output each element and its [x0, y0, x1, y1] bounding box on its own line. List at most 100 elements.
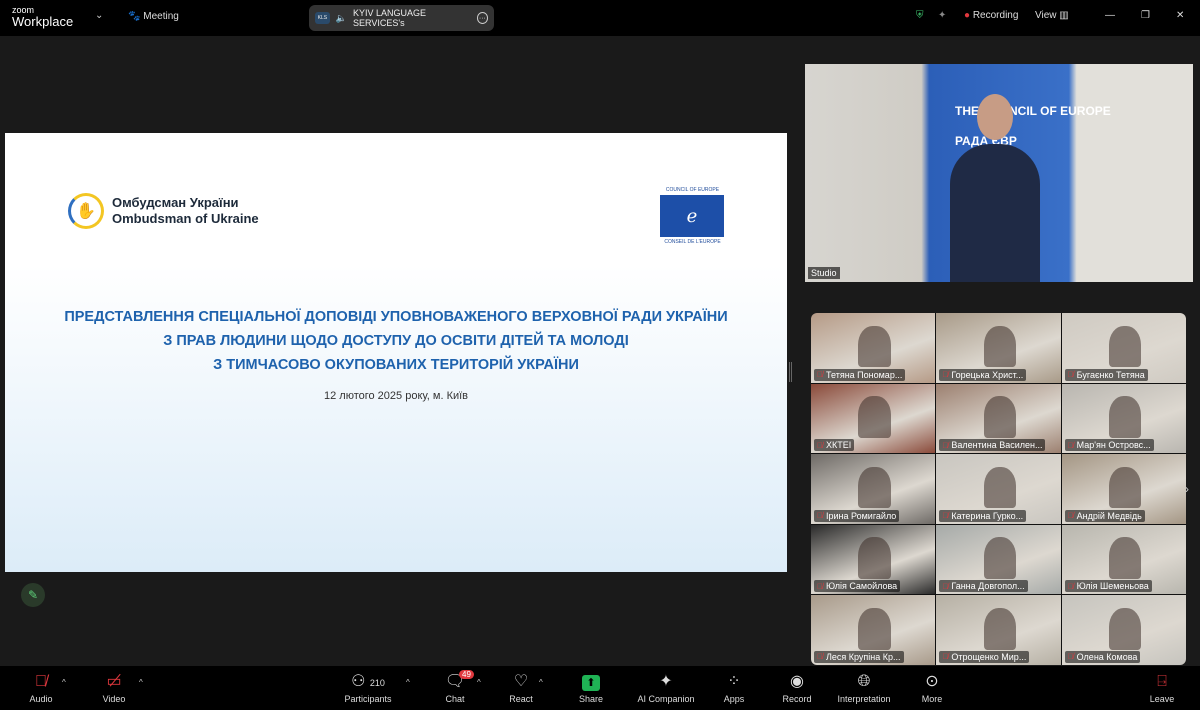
splitter-handle[interactable]: [789, 362, 792, 382]
participant-name: Олена Комова: [1076, 651, 1138, 662]
title-line: З ТИМЧАСОВО ОКУПОВАНИХ ТЕРИТОРІЙ УКРАЇНИ: [213, 357, 579, 373]
participants-button[interactable]: ⚇ 210 Participants: [333, 672, 403, 704]
mic-muted-icon: 🎙̸: [1067, 440, 1074, 450]
participant-figure: [858, 537, 891, 580]
active-speaker-video[interactable]: THE COUNCIL OF EUROPE РАДА ЄВР Studio: [805, 64, 1193, 282]
more-icon[interactable]: ···: [476, 12, 488, 24]
speaker-body: [950, 144, 1040, 282]
leave-button[interactable]: ⍈ Leave: [1127, 672, 1197, 704]
grid-icon: ▥: [1059, 10, 1069, 21]
participant-name: Юлія Шеменьова: [1076, 581, 1149, 592]
annotate-pen-icon[interactable]: ✎: [21, 583, 45, 607]
audio-options-caret[interactable]: ^: [62, 678, 66, 687]
participant-name: Валентина Василен...: [951, 440, 1043, 451]
avatar: KLS: [315, 12, 330, 24]
participant-name-tag: 🎙̸ Ірина Ромигайло: [814, 509, 900, 522]
meeting-menu[interactable]: 🐾 Meeting: [128, 11, 179, 22]
participant-figure: [983, 607, 1016, 650]
ai-label: AI Companion: [637, 694, 695, 704]
participant-name-tag: 🎙̸ Юлія Самойлова: [814, 580, 901, 593]
shield-icon[interactable]: ⛨: [916, 10, 924, 21]
mic-muted-icon: 🎙̸: [1067, 370, 1074, 380]
share-button[interactable]: ⬆ Share: [556, 672, 626, 704]
participant-name: Отрощенко Мир...: [951, 651, 1027, 662]
participant-tile[interactable]: 🎙̸ Мар'ян Островс...: [1061, 383, 1186, 454]
recording-indicator[interactable]: ● Recording: [964, 10, 1018, 21]
video-options-caret[interactable]: ^: [139, 678, 143, 687]
participant-name-tag: 🎙̸ Леся Крупіна Кр...: [814, 650, 904, 663]
apps-icon: ⁘: [727, 673, 741, 690]
close-button[interactable]: ✕: [1176, 10, 1184, 21]
participant-tile[interactable]: 🎙̸ Ганна Довгопол...: [936, 524, 1061, 595]
participant-tile[interactable]: 🎙̸ Олена Комова: [1061, 595, 1186, 665]
participant-name: Леся Крупіна Кр...: [826, 651, 901, 662]
title-line: З ПРАВ ЛЮДИНИ ЩОДО ДОСТУПУ ДО ОСВІТИ ДІТ…: [163, 333, 629, 349]
participant-tile[interactable]: 🎙̸ ХКТЕІ: [811, 383, 936, 454]
participant-tile[interactable]: 🎙̸ Катерина Гурко...: [936, 454, 1061, 524]
leave-icon: ⍈: [1157, 673, 1167, 690]
participant-name: Тетяна Пономар...: [826, 369, 903, 380]
participant-tile[interactable]: 🎙̸ Бугаєнко Тетяна: [1061, 313, 1186, 383]
participant-name: ХКТЕІ: [826, 440, 852, 451]
more-icon: ⊙: [925, 673, 939, 690]
chevron-down-icon[interactable]: ⌄: [95, 10, 103, 21]
speaker-icon: 🔈: [335, 12, 348, 23]
participant-name-tag: 🎙̸ Отрощенко Мир...: [939, 650, 1030, 663]
participant-figure: [983, 466, 1016, 509]
recording-label: Recording: [972, 10, 1019, 21]
participant-tile[interactable]: 🎙̸ Тетяна Пономар...: [811, 313, 936, 383]
participant-tile[interactable]: 🎙̸ Юлія Самойлова: [811, 524, 936, 595]
screen-share-pill[interactable]: KLS 🔈 KYIV LANGUAGE SERVICES's ···: [309, 5, 494, 31]
next-page-icon[interactable]: ›: [1185, 482, 1189, 496]
participant-tile[interactable]: 🎙̸ Юлія Шеменьова: [1061, 524, 1186, 595]
participant-tile[interactable]: 🎙̸ Отрощенко Мир...: [936, 595, 1061, 665]
chat-caret[interactable]: ^: [477, 678, 481, 687]
share-icon: ⬆: [556, 672, 626, 694]
org-ua: Омбудсман України: [112, 195, 239, 210]
restore-button[interactable]: ❐: [1141, 10, 1150, 21]
mic-muted-icon: 🎙̸: [817, 440, 823, 450]
chat-badge: 49: [459, 670, 474, 679]
record-button[interactable]: ◉ Record: [762, 672, 832, 704]
paw-icon: 🐾: [128, 11, 141, 22]
audio-button[interactable]: 🎙̸ Audio: [6, 672, 76, 704]
participant-name: Андрій Медвідь: [1076, 510, 1142, 521]
chat-button[interactable]: 🗨 49 Chat: [420, 670, 490, 704]
leave-label: Leave: [1149, 694, 1175, 704]
participant-tile[interactable]: 🎙̸ Горецька Христ...: [936, 313, 1061, 383]
org-en: Ombudsman of Ukraine: [112, 211, 259, 226]
more-button[interactable]: ⊙ More: [897, 672, 967, 704]
record-icon: ◉: [790, 673, 804, 690]
participant-tile[interactable]: 🎙̸ Леся Крупіна Кр...: [811, 595, 936, 665]
apps-button[interactable]: ⁘ Apps: [699, 672, 769, 704]
interpretation-button[interactable]: 🌐︎ Interpretation: [829, 672, 899, 704]
video-label: Video: [102, 694, 126, 704]
slide-date: 12 лютого 2025 року, м. Київ: [323, 390, 469, 402]
apps-label: Apps: [723, 694, 745, 704]
participant-tile[interactable]: 🎙̸ Андрій Медвідь: [1061, 454, 1186, 524]
coe-flag-icon: ℯ: [660, 195, 724, 237]
participant-tile[interactable]: 🎙̸ Ірина Ромигайло: [811, 454, 936, 524]
participant-name-tag: 🎙̸ Тетяна Пономар...: [814, 368, 906, 381]
sparkle-icon[interactable]: ✦: [938, 10, 946, 21]
react-button[interactable]: ♡ React: [486, 672, 556, 704]
ombudsman-logo: ✋ Омбудсман України Ombudsman of Ukraine: [68, 193, 259, 229]
minimize-button[interactable]: —: [1105, 10, 1115, 21]
participant-name: Горецька Христ...: [951, 369, 1024, 380]
participant-figure: [858, 396, 891, 438]
participants-caret[interactable]: ^: [406, 678, 410, 687]
mic-muted-icon: 🎙̸: [1067, 652, 1074, 662]
react-label: React: [509, 694, 533, 704]
share-label: Share: [578, 694, 604, 704]
view-button[interactable]: View ▥: [1035, 10, 1069, 21]
participant-figure: [1108, 396, 1142, 438]
mic-muted-icon: 🎙̸: [1067, 511, 1074, 521]
video-button[interactable]: ▭̸ Video: [79, 672, 149, 704]
mic-muted-icon: 🎙̸: [942, 581, 949, 591]
react-caret[interactable]: ^: [539, 678, 543, 687]
participant-tile[interactable]: 🎙̸ Валентина Василен...: [936, 383, 1061, 454]
record-dot-icon: ●: [964, 10, 971, 21]
ai-companion-button[interactable]: ✦ AI Companion: [631, 672, 701, 704]
participant-name-tag: 🎙̸ Юлія Шеменьова: [1064, 580, 1152, 593]
participant-name-tag: 🎙̸ ХКТЕІ: [814, 439, 855, 452]
